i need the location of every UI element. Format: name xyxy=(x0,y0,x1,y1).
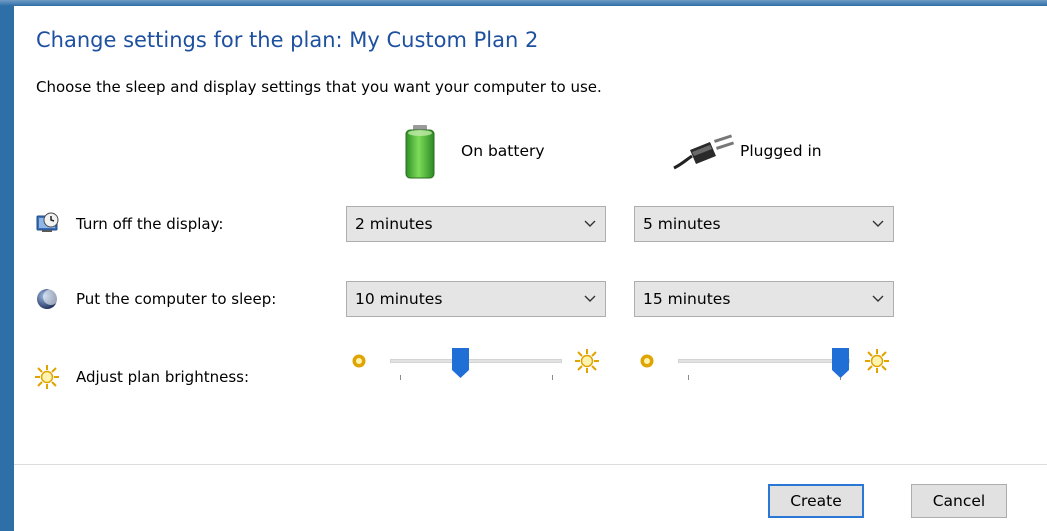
bright-sun-icon xyxy=(865,349,889,373)
brightness-plugged-slider[interactable] xyxy=(678,345,850,389)
plugged-in-header: Plugged in xyxy=(740,142,822,160)
cancel-button[interactable]: Cancel xyxy=(911,484,1007,518)
slider-track xyxy=(390,359,562,363)
sleep-label: Put the computer to sleep: xyxy=(76,290,277,308)
battery-icon xyxy=(405,125,435,179)
sleep-plugged-select[interactable]: 15 minutes xyxy=(634,281,894,317)
sleep-plugged-value: 15 minutes xyxy=(643,290,731,308)
footer-divider xyxy=(14,464,1047,465)
dim-sun-icon xyxy=(352,354,366,368)
chevron-down-icon xyxy=(575,207,605,241)
slider-tick xyxy=(688,375,689,380)
slider-thumb[interactable] xyxy=(452,348,470,378)
sleep-battery-value: 10 minutes xyxy=(355,290,443,308)
display-battery-value: 2 minutes xyxy=(355,215,433,233)
bright-sun-icon xyxy=(575,349,599,373)
brightness-battery-slider[interactable] xyxy=(390,345,562,389)
create-button[interactable]: Create xyxy=(768,484,864,518)
dim-sun-icon xyxy=(640,354,654,368)
display-plugged-select[interactable]: 5 minutes xyxy=(634,206,894,242)
display-battery-select[interactable]: 2 minutes xyxy=(346,206,606,242)
page-subtitle: Choose the sleep and display settings th… xyxy=(36,78,602,96)
chevron-down-icon xyxy=(863,207,893,241)
sleep-moon-icon xyxy=(37,289,58,309)
display-timer-icon xyxy=(36,212,59,232)
chevron-down-icon xyxy=(575,282,605,316)
plug-icon xyxy=(673,134,734,170)
slider-thumb[interactable] xyxy=(831,348,849,378)
on-battery-header: On battery xyxy=(461,142,545,160)
brightness-label: Adjust plan brightness: xyxy=(76,368,249,386)
slider-track xyxy=(678,359,850,363)
sleep-battery-select[interactable]: 10 minutes xyxy=(346,281,606,317)
slider-tick xyxy=(400,375,401,380)
page-title: Change settings for the plan: My Custom … xyxy=(36,28,539,52)
display-plugged-value: 5 minutes xyxy=(643,215,721,233)
chevron-down-icon xyxy=(863,282,893,316)
turn-off-display-label: Turn off the display: xyxy=(76,215,224,233)
slider-tick xyxy=(552,375,553,380)
sun-icon xyxy=(35,365,59,389)
